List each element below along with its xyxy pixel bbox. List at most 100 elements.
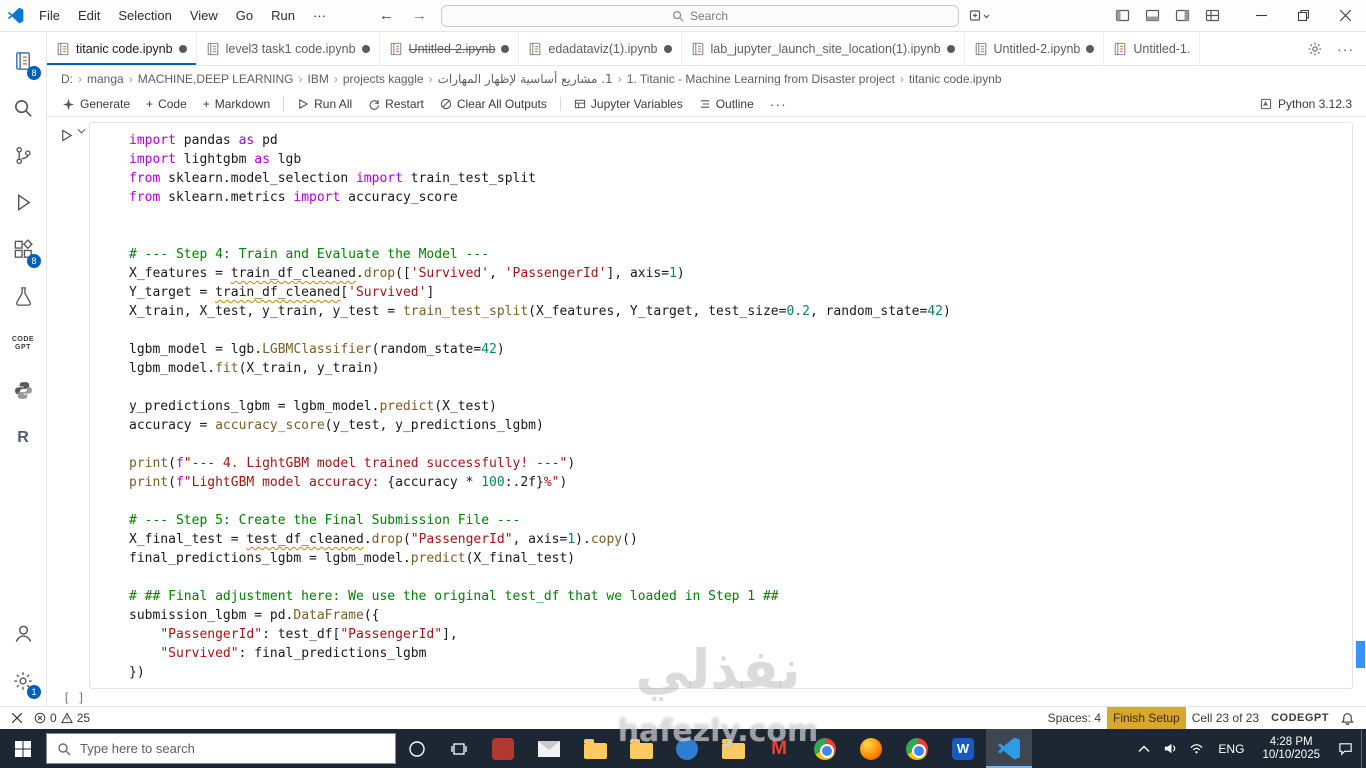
restart-kernel-button[interactable]: Restart <box>361 92 431 116</box>
clear-outputs-button[interactable]: Clear All Outputs <box>433 92 554 116</box>
remote-indicator-icon[interactable] <box>6 707 28 729</box>
code-line[interactable] <box>129 321 1344 340</box>
account-icon[interactable] <box>0 610 46 657</box>
word-icon[interactable]: W <box>940 729 986 768</box>
code-line[interactable]: X_features = train_df_cleaned.drop(['Sur… <box>129 264 1344 283</box>
language-indicator[interactable]: ENG <box>1209 742 1253 756</box>
explorer-icon[interactable]: 8 <box>0 38 46 85</box>
breadcrumb-item-6[interactable]: 1. Titanic - Machine Learning from Disas… <box>627 72 895 86</box>
code-line[interactable]: "PassengerId": test_df["PassengerId"], <box>129 625 1344 644</box>
add-markdown-cell-button[interactable]: + Markdown <box>196 92 277 116</box>
code-line[interactable]: from sklearn.metrics import accuracy_sco… <box>129 188 1344 207</box>
file-explorer-icon[interactable] <box>572 729 618 768</box>
tab-4[interactable]: lab_jupyter_launch_site_location(1).ipyn… <box>682 32 965 65</box>
breadcrumb-item-2[interactable]: MACHINE,DEEP LEARNING <box>138 72 294 86</box>
app-blue-icon[interactable] <box>664 729 710 768</box>
code-line[interactable]: # ## Final adjustment here: We use the o… <box>129 587 1344 606</box>
breadcrumb-item-3[interactable]: IBM <box>308 72 329 86</box>
menu-item-1[interactable]: Edit <box>69 8 109 23</box>
global-search-input[interactable]: Search <box>441 4 959 27</box>
run-cell-button[interactable] <box>59 128 86 143</box>
code-line[interactable]: X_final_test = test_df_cleaned.drop("Pas… <box>129 530 1344 549</box>
clock[interactable]: 4:28 PM 10/10/2025 <box>1253 736 1329 762</box>
problems-indicator[interactable]: 0 25 <box>28 707 96 729</box>
code-line[interactable]: Y_target = train_df_cleaned['Survived'] <box>129 283 1344 302</box>
code-line[interactable]: from sklearn.model_selection import trai… <box>129 169 1344 188</box>
cortana-icon[interactable] <box>396 729 438 768</box>
menu-item-2[interactable]: Selection <box>109 8 180 23</box>
close-window-icon[interactable] <box>1324 0 1366 31</box>
hidden-icons-chevron-icon[interactable] <box>1131 745 1157 753</box>
tab-1[interactable]: level3 task1 code.ipynb <box>197 32 380 65</box>
menu-item-4[interactable]: Go <box>227 8 262 23</box>
dirty-indicator[interactable] <box>663 44 672 53</box>
code-line[interactable]: final_predictions_lgbm = lgbm_model.pred… <box>129 549 1344 568</box>
menu-item-0[interactable]: File <box>30 8 69 23</box>
dirty-indicator[interactable] <box>501 44 510 53</box>
toggle-panel-icon[interactable] <box>1145 8 1160 23</box>
forward-button[interactable]: → <box>408 7 431 24</box>
show-desktop-button[interactable] <box>1361 729 1366 768</box>
scrollbar-thumb[interactable] <box>1356 641 1365 668</box>
code-line[interactable]: import lightgbm as lgb <box>129 150 1344 169</box>
code-line[interactable]: # --- Step 5: Create the Final Submissio… <box>129 511 1344 530</box>
task-view-icon[interactable] <box>438 729 480 768</box>
back-button[interactable]: ← <box>375 7 398 24</box>
notebook-cell[interactable]: import pandas as pd import lightgbm as lg… <box>89 122 1353 689</box>
start-button[interactable] <box>0 729 46 768</box>
code-line[interactable] <box>129 568 1344 587</box>
settings-gear-icon[interactable]: 1 <box>0 657 46 704</box>
testing-icon[interactable] <box>0 273 46 320</box>
breadcrumb-item-4[interactable]: projects kaggle <box>343 72 424 86</box>
code-line[interactable]: }) <box>129 663 1344 682</box>
python-icon[interactable] <box>0 367 46 414</box>
code-line[interactable] <box>129 492 1344 511</box>
folder-2-icon[interactable] <box>618 729 664 768</box>
toggle-sidebar-icon[interactable] <box>1115 8 1130 23</box>
search-dropdown-icon[interactable] <box>969 9 991 23</box>
codegpt-status-item[interactable]: CODEGPT <box>1265 707 1335 729</box>
mail-icon[interactable] <box>526 729 572 768</box>
tab-6[interactable]: Untitled-1. <box>1104 32 1201 65</box>
app-red-icon[interactable] <box>480 729 526 768</box>
code-line[interactable] <box>129 435 1344 454</box>
r-extension-icon[interactable]: R <box>0 414 46 461</box>
chrome-2-icon[interactable] <box>894 729 940 768</box>
menu-item-3[interactable]: View <box>181 8 227 23</box>
code-line[interactable]: import pandas as pd <box>129 131 1344 150</box>
finish-setup-button[interactable]: Finish Setup <box>1107 707 1186 729</box>
code-line[interactable] <box>129 207 1344 226</box>
code-line[interactable]: print(f"LightGBM model accuracy: {accura… <box>129 473 1344 492</box>
cell-position-indicator[interactable]: Cell 23 of 23 <box>1186 707 1265 729</box>
tab-0[interactable]: titanic code.ipynb <box>47 32 197 65</box>
code-line[interactable]: submission_lgbm = pd.DataFrame({ <box>129 606 1344 625</box>
jupyter-variables-button[interactable]: Jupyter Variables <box>567 92 690 116</box>
dirty-indicator[interactable] <box>361 44 370 53</box>
breadcrumb-item-7[interactable]: titanic code.ipynb <box>909 72 1002 86</box>
code-line[interactable]: X_train, X_test, y_train, y_test = train… <box>129 302 1344 321</box>
taskbar-search-input[interactable]: Type here to search <box>46 733 396 764</box>
breadcrumb-item-0[interactable]: D: <box>61 72 73 86</box>
kernel-picker[interactable]: Python 3.12.3 <box>1260 97 1352 111</box>
toolbar-more-icon[interactable]: ··· <box>763 92 794 116</box>
add-code-cell-button[interactable]: + Code <box>139 92 194 116</box>
code-line[interactable] <box>129 378 1344 397</box>
editor-settings-gear-icon[interactable] <box>1307 41 1323 57</box>
code-line[interactable]: lgbm_model = lgb.LGBMClassifier(random_s… <box>129 340 1344 359</box>
breadcrumb-item-5[interactable]: 1. مشاريع أساسية لإظهار المهارات <box>438 72 613 86</box>
restore-button[interactable] <box>1282 0 1324 31</box>
customize-layout-icon[interactable] <box>1205 8 1220 23</box>
dirty-indicator[interactable] <box>1086 44 1095 53</box>
firefox-icon[interactable] <box>848 729 894 768</box>
tab-5[interactable]: Untitled-2.ipynb <box>965 32 1105 65</box>
toggle-secondary-sidebar-icon[interactable] <box>1175 8 1190 23</box>
network-icon[interactable] <box>1183 741 1209 756</box>
menu-item-5[interactable]: Run <box>262 8 304 23</box>
run-all-button[interactable]: Run All <box>290 92 359 116</box>
minimize-button[interactable] <box>1240 0 1282 31</box>
source-control-icon[interactable] <box>0 132 46 179</box>
code-line[interactable] <box>129 226 1344 245</box>
chrome-icon[interactable] <box>802 729 848 768</box>
gmail-icon[interactable]: M <box>756 729 802 768</box>
breadcrumb-item-1[interactable]: manga <box>87 72 124 86</box>
